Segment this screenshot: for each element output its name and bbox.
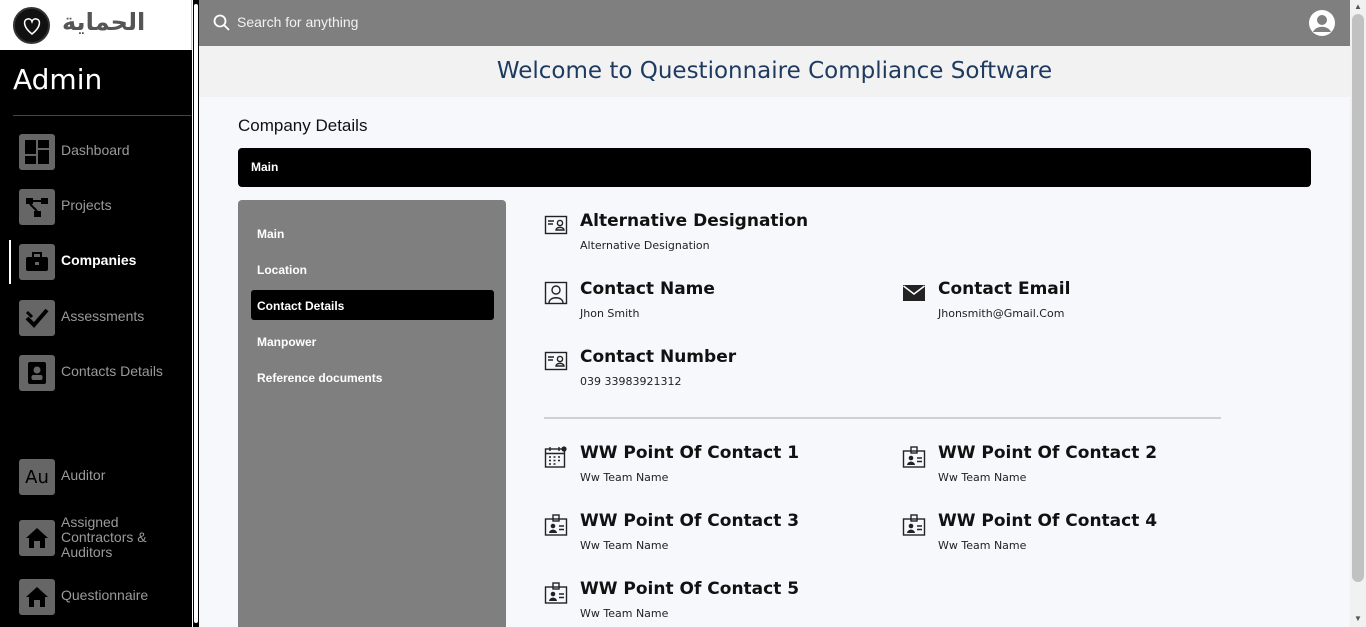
sidebar-item-label: Questionnaire [61, 587, 149, 603]
field-title: Contact Email [938, 279, 1071, 299]
envelope-icon [903, 285, 925, 301]
sidebar-item-label: Dashboard [61, 142, 130, 158]
person-icon [544, 281, 568, 305]
sidebar: الحماية Admin Dashboard Projects Compani… [0, 0, 192, 627]
sidebar-item-auditor[interactable]: Au Auditor [0, 455, 192, 499]
tab-main[interactable]: Main [238, 148, 1311, 187]
badge-icon [902, 446, 926, 468]
sidebar-item-projects[interactable]: Projects [0, 185, 192, 229]
search-input[interactable] [237, 14, 737, 30]
sidebar-item-label: Auditor [61, 467, 106, 483]
field-value: Ww Team Name [580, 607, 669, 620]
field-value: Alternative Designation [580, 239, 710, 252]
auditor-icon: Au [19, 459, 55, 495]
page-title: Company Details [238, 116, 368, 135]
page-scrollbar-thumb[interactable] [1352, 14, 1364, 582]
company-subnav: Main Location Contact Details Manpower R… [238, 200, 506, 627]
field-contact-name: Contact Name Jhon Smith [544, 279, 884, 329]
subnav-item-main[interactable]: Main [251, 218, 494, 248]
sidebar-item-contacts-details[interactable]: Contacts Details [0, 351, 192, 395]
briefcase-icon [19, 244, 55, 280]
sidebar-item-questionnaire[interactable]: Questionnaire [0, 575, 192, 619]
sidebar-item-label: Contacts Details [61, 363, 163, 379]
sidebar-item-label: Companies [61, 252, 137, 268]
scroll-up-icon[interactable]: ▲ [1353, 2, 1363, 12]
field-value: Ww Team Name [580, 539, 669, 552]
logo-icon [13, 7, 50, 44]
home-icon [19, 579, 55, 615]
sidebar-item-assigned-contractors[interactable]: Assigned Contractors & Auditors [0, 514, 192, 560]
welcome-text: Welcome to Questionnaire Compliance Soft… [496, 58, 1053, 84]
field-ww-point-of-contact-4: WW Point Of Contact 4 Ww Team Name [902, 511, 1242, 561]
field-title: WW Point Of Contact 1 [580, 443, 800, 463]
field-value: Ww Team Name [938, 471, 1027, 484]
field-value: Ww Team Name [938, 539, 1027, 552]
field-value: Ww Team Name [580, 471, 669, 484]
welcome-banner: Welcome to Questionnaire Compliance Soft… [199, 46, 1350, 97]
field-title: Contact Name [580, 279, 715, 299]
tab-main-label: Main [251, 160, 279, 174]
sidebar-divider [13, 115, 191, 116]
field-title: WW Point Of Contact 2 [938, 443, 1158, 463]
auditor-icon-text: Au [25, 466, 49, 488]
subnav-item-location[interactable]: Location [251, 254, 494, 284]
home-icon [19, 520, 55, 556]
logo-bar: الحماية [0, 0, 192, 50]
sidebar-item-label: Assigned Contractors & Auditors [61, 514, 147, 560]
role-title: Admin [13, 63, 103, 96]
dashboard-icon [19, 134, 55, 170]
subnav-item-manpower[interactable]: Manpower [251, 326, 494, 356]
sidebar-item-label: Assessments [61, 308, 145, 324]
sidebar-item-companies[interactable]: Companies [0, 240, 192, 284]
field-contact-email: Contact Email Jhonsmith@Gmail.Com [902, 279, 1242, 329]
field-value: Jhon Smith [580, 307, 640, 320]
subnav-item-contact-details[interactable]: Contact Details [251, 290, 494, 320]
sidebar-scrollbar-thumb[interactable] [194, 4, 198, 623]
field-alternative-designation: Alternative Designation Alternative Desi… [544, 211, 884, 261]
contact-card-icon [19, 355, 55, 391]
field-ww-point-of-contact-3: WW Point Of Contact 3 Ww Team Name [544, 511, 884, 561]
projects-icon [19, 189, 55, 225]
top-bar [199, 0, 1350, 46]
check-icon [19, 300, 55, 336]
search-icon [213, 14, 230, 31]
id-card-icon [544, 215, 568, 235]
field-contact-number: Contact Number 039 33983921312 [544, 347, 884, 397]
field-ww-point-of-contact-5: WW Point Of Contact 5 Ww Team Name [544, 579, 884, 627]
field-title: Contact Number [580, 347, 737, 367]
field-title: WW Point Of Contact 4 [938, 511, 1158, 531]
field-value: 039 33983921312 [580, 375, 682, 388]
id-card-icon [544, 351, 568, 371]
field-title: Alternative Designation [580, 211, 809, 231]
content-divider [544, 417, 1221, 419]
field-value: Jhonsmith@Gmail.Com [938, 307, 1065, 320]
logo-text: الحماية [62, 8, 146, 36]
sidebar-item-label: Projects [61, 197, 112, 213]
sidebar-item-assessments[interactable]: Assessments [0, 296, 192, 340]
calendar-icon [544, 446, 567, 468]
scroll-down-icon[interactable]: ▼ [1353, 614, 1363, 624]
badge-icon [544, 582, 568, 604]
main-content: Company Details Main Main Location Conta… [199, 97, 1350, 627]
field-ww-point-of-contact-2: WW Point Of Contact 2 Ww Team Name [902, 443, 1242, 493]
user-circle-icon[interactable] [1308, 9, 1336, 37]
field-title: WW Point Of Contact 3 [580, 511, 800, 531]
sidebar-item-dashboard[interactable]: Dashboard [0, 130, 192, 174]
subnav-item-reference-documents[interactable]: Reference documents [251, 362, 494, 392]
badge-icon [902, 514, 926, 536]
field-ww-point-of-contact-1: WW Point Of Contact 1 Ww Team Name [544, 443, 884, 493]
badge-icon [544, 514, 568, 536]
field-title: WW Point Of Contact 5 [580, 579, 800, 599]
